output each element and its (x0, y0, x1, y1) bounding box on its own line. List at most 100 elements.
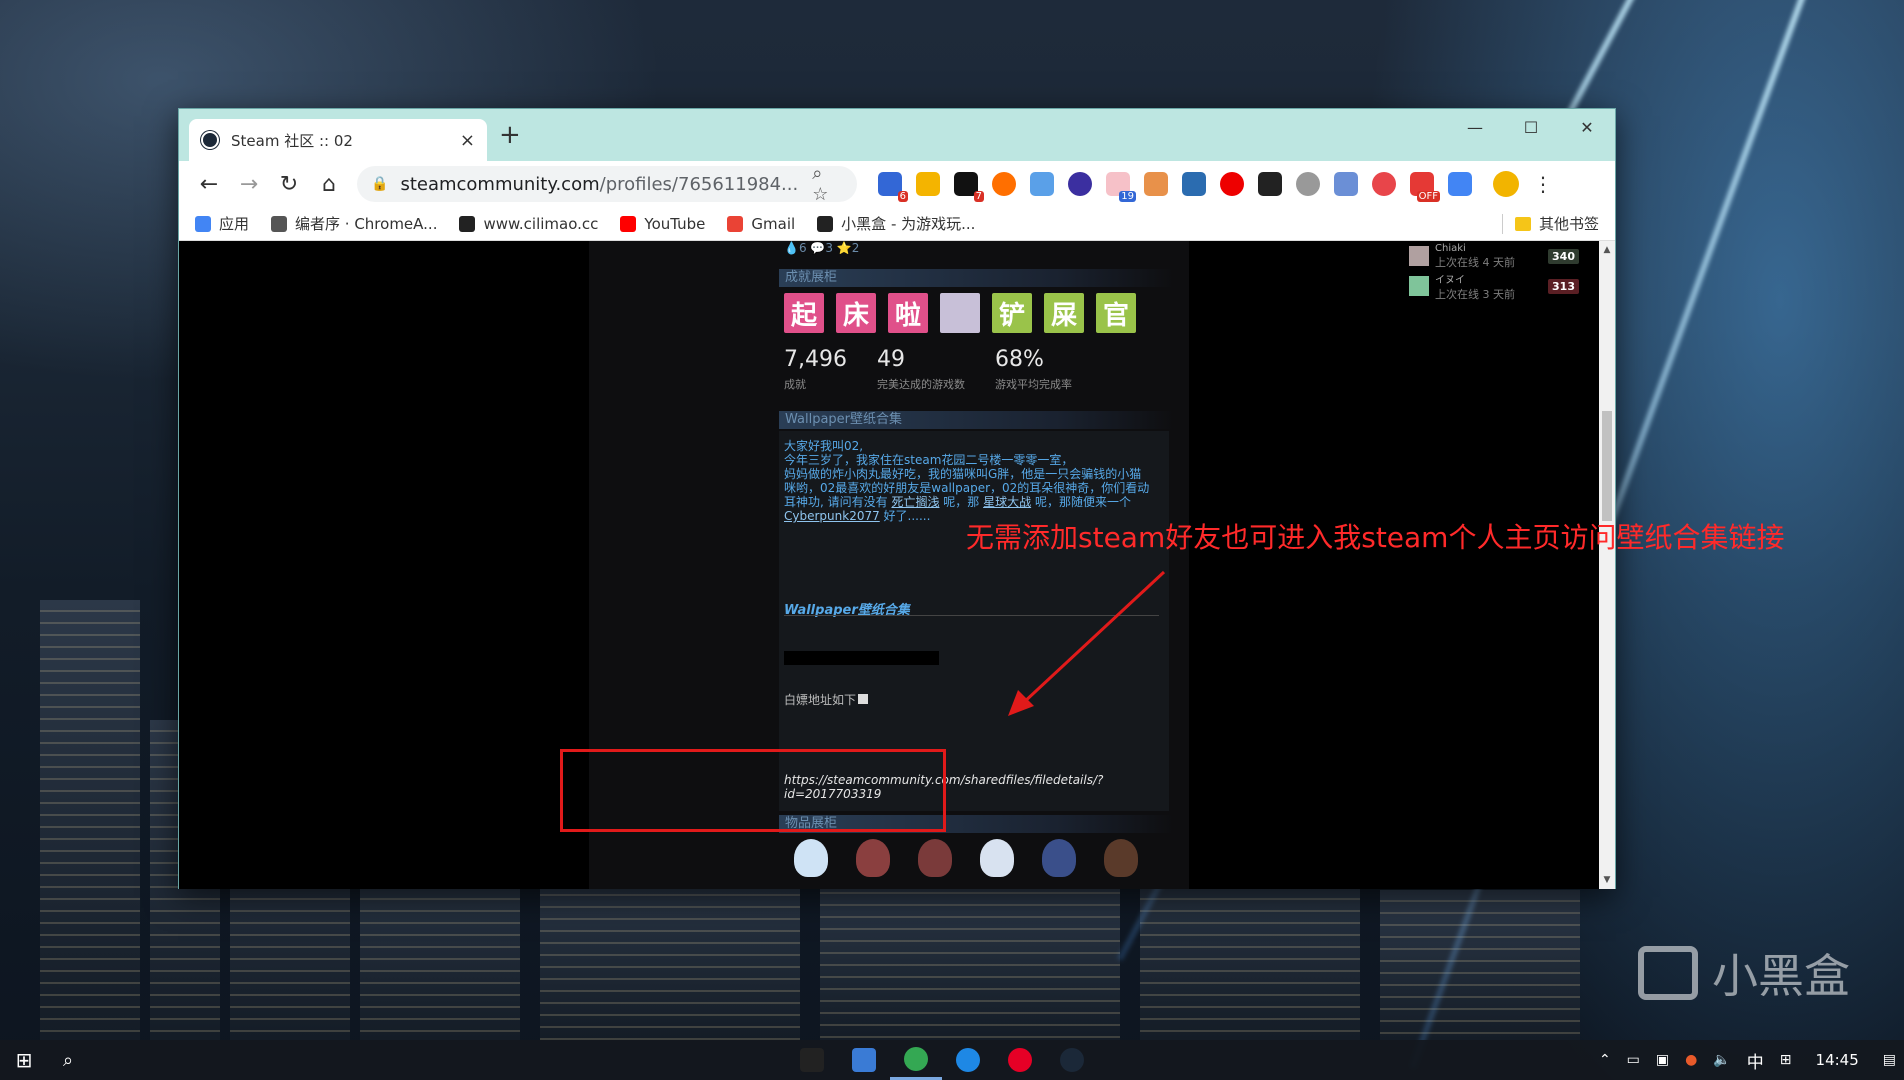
extension-icon[interactable] (1372, 172, 1396, 196)
bookmark-item[interactable]: 应用 (195, 213, 249, 234)
highlight-box (560, 749, 946, 832)
ime-indicator[interactable]: 中 (1747, 1048, 1764, 1073)
profile-avatar[interactable] (1493, 171, 1519, 197)
achievement-badge[interactable]: 起 (784, 293, 824, 333)
anime-avatar-icon[interactable] (794, 839, 828, 877)
extension-icon[interactable]: 7 (954, 172, 984, 202)
home-icon[interactable]: ⌂ (309, 172, 349, 197)
battery-icon[interactable]: ▭ (1627, 1052, 1640, 1068)
bookmark-star-icon[interactable]: ☆ (812, 184, 828, 205)
link-star-wars[interactable]: 星球大战 (983, 495, 1031, 509)
friend-name: イヌイ (1435, 274, 1465, 286)
extension-icon[interactable] (1144, 172, 1168, 196)
anime-avatar-icon[interactable] (1042, 839, 1076, 877)
extension-icon[interactable] (916, 172, 940, 196)
kebab-menu-icon[interactable]: ⋮ (1533, 172, 1553, 196)
bookmark-item[interactable]: www.cilimao.cc (459, 215, 598, 233)
stat-value: 49 (876, 347, 905, 372)
bookmark-item[interactable]: Gmail (727, 215, 795, 233)
intro-line: 今年三岁了，我家住在steam花园二号楼一零零一室， (784, 453, 1074, 467)
back-arrow-icon[interactable]: ← (189, 172, 229, 197)
tab-steam-profile[interactable]: Steam 社区 :: 02 × (189, 119, 487, 161)
stat-value: 7,496 (784, 347, 847, 372)
achievement-badge[interactable]: 铲 (992, 293, 1032, 333)
maximize-button[interactable]: ☐ (1503, 109, 1559, 145)
network-icon[interactable]: ▣ (1656, 1052, 1669, 1068)
close-window-button[interactable]: ✕ (1559, 109, 1615, 145)
extension-icon[interactable] (1182, 172, 1206, 196)
extension-icon[interactable] (1334, 172, 1358, 196)
intro-line: 妈妈做的炸小肉丸最好吃，我的猫咪叫G胖，他是一只会骗钱的小猫 (784, 467, 1142, 481)
new-tab-button[interactable]: + (499, 122, 521, 148)
url-host: steamcommunity.com (400, 173, 600, 195)
minimize-button[interactable]: — (1447, 109, 1503, 145)
bookmark-item[interactable]: YouTube (620, 215, 705, 233)
netease-music-icon (1008, 1048, 1032, 1072)
youtube-icon (620, 215, 637, 232)
windows-start-icon[interactable]: ⊞ (0, 1048, 48, 1072)
friend-item[interactable]: Chiaki 上次在线 4 天前 340 (1409, 241, 1579, 271)
extension-icon[interactable] (1068, 172, 1092, 196)
achievement-badge[interactable]: 屎 (1044, 293, 1084, 333)
window-controls: — ☐ ✕ (1447, 109, 1615, 145)
extension-icon[interactable] (992, 172, 1016, 196)
extension-icon[interactable] (1296, 172, 1320, 196)
steam-favicon-icon (201, 131, 219, 149)
achievement-badge[interactable]: 官 (1096, 293, 1136, 333)
profile-counters: 💧6 💬3 ⭐2 (784, 241, 860, 255)
taskbar-app[interactable] (994, 1040, 1046, 1080)
apps-grid-icon (195, 215, 211, 232)
search-icon[interactable]: ⌕ (48, 1050, 88, 1071)
notification-icon[interactable]: ▤ (1883, 1052, 1896, 1068)
achievement-badges: 起床啦 铲屎官 (784, 293, 1136, 333)
bookmark-item[interactable]: 编者序 · ChromeA... (271, 213, 437, 234)
extension-icon[interactable]: OFF (1410, 172, 1440, 202)
taskbar: ⊞ ⌕ ⌃ ▭ ▣ ● 🔈 中 ⊞ 14:45 ▤ (0, 1040, 1904, 1080)
chevron-up-icon[interactable]: ⌃ (1599, 1052, 1611, 1068)
address-note: 白嫖地址如下 (784, 693, 857, 707)
link-death-stranding[interactable]: 死亡搁浅 (891, 495, 939, 509)
bookmark-label: www.cilimao.cc (483, 214, 599, 233)
scroll-down-icon[interactable]: ▼ (1599, 875, 1615, 885)
page-scrollbar[interactable]: ▲ ▼ (1599, 241, 1615, 889)
achievement-badge[interactable]: 床 (836, 293, 876, 333)
achievement-badge[interactable] (940, 293, 980, 333)
anime-avatar-icon[interactable] (856, 839, 890, 877)
anime-avatar-icon[interactable] (1104, 839, 1138, 877)
lock-icon: 🔒 (371, 176, 389, 192)
friend-level: 313 (1548, 278, 1579, 294)
other-bookmarks[interactable]: 其他书签 (1501, 213, 1599, 234)
tab-close-icon[interactable]: × (460, 130, 475, 151)
achievement-badge[interactable]: 啦 (888, 293, 928, 333)
friend-item[interactable]: イヌイ 上次在线 3 天前 313 (1409, 271, 1579, 301)
zoom-icon[interactable]: ⌕ (812, 163, 822, 184)
extension-icon[interactable] (1220, 172, 1244, 196)
forward-arrow-icon[interactable]: → (229, 172, 269, 197)
bookmark-item[interactable]: 小黑盒 - 为游戏玩... (817, 213, 975, 234)
app-tray-icon[interactable]: ● (1685, 1052, 1697, 1068)
anime-avatar-icon[interactable] (918, 839, 952, 877)
reload-icon[interactable]: ↻ (269, 172, 309, 197)
taskbar-app[interactable] (786, 1040, 838, 1080)
clock[interactable]: 14:45 (1816, 1051, 1859, 1069)
taskbar-app[interactable] (942, 1040, 994, 1080)
address-bar[interactable]: 🔒 steamcommunity.com/profiles/765611984.… (357, 163, 857, 205)
extension-icon[interactable] (1030, 172, 1054, 196)
stat-label: 完美达成的游戏数 (876, 378, 965, 391)
taskbar-app[interactable] (1046, 1040, 1098, 1080)
extension-icon[interactable]: 19 (1106, 172, 1136, 202)
anime-avatar-icon[interactable] (980, 839, 1014, 877)
link-cyberpunk[interactable]: Cyberpunk2077 (784, 509, 880, 523)
heybox-icon (817, 215, 834, 232)
terminal-icon (800, 1048, 824, 1072)
taskbar-app[interactable] (838, 1040, 890, 1080)
wallpaper-showcase-header: Wallpaper壁纸合集 (779, 411, 1174, 429)
extension-icon[interactable]: 6 (878, 172, 908, 202)
volume-icon[interactable]: 🔈 (1713, 1052, 1730, 1068)
translate-icon[interactable] (1448, 172, 1472, 196)
extension-icon[interactable] (1258, 172, 1282, 196)
other-bookmarks-label: 其他书签 (1538, 215, 1599, 233)
keyboard-icon[interactable]: ⊞ (1780, 1052, 1792, 1068)
scroll-up-icon[interactable]: ▲ (1599, 245, 1615, 255)
taskbar-app[interactable] (890, 1040, 942, 1080)
